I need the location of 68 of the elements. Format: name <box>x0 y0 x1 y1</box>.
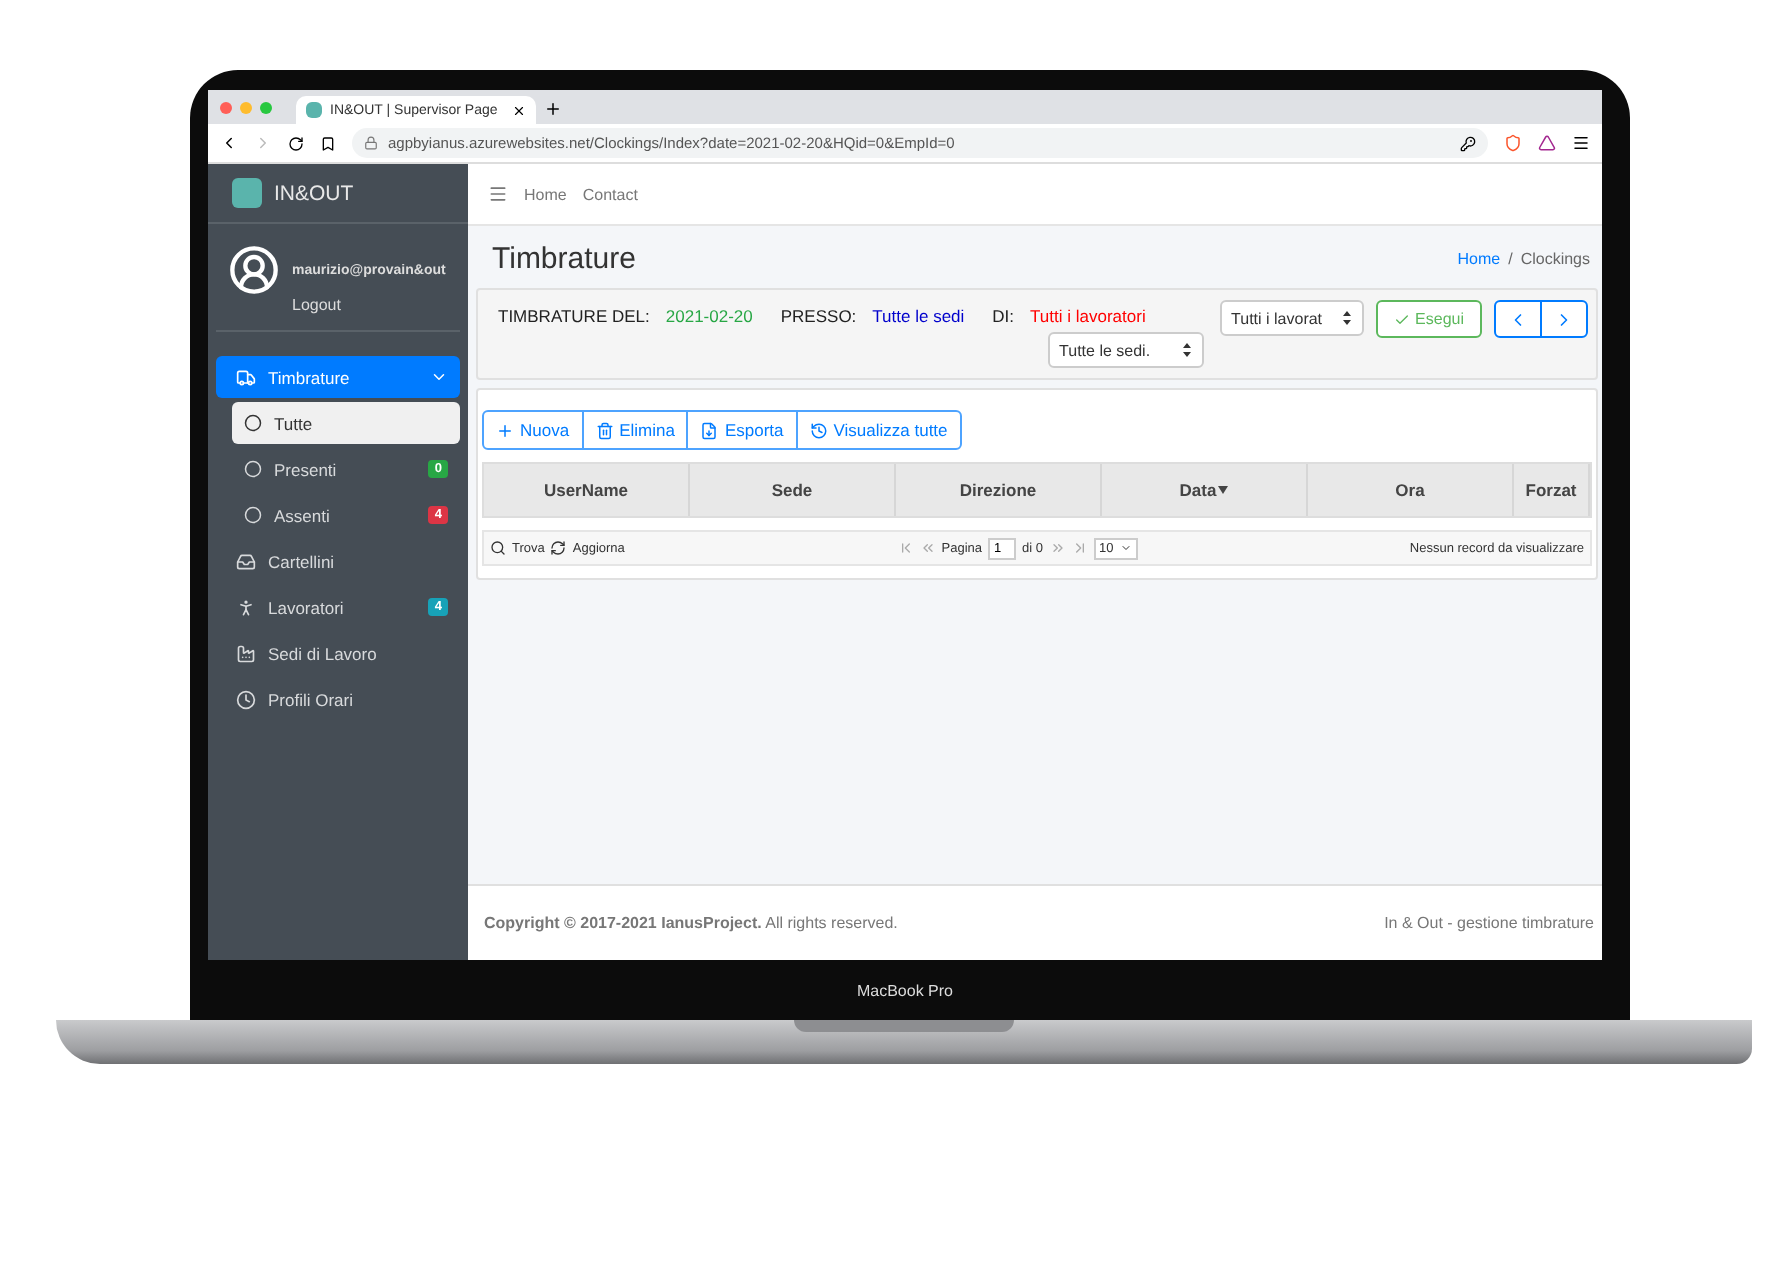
breadcrumb-current: Clockings <box>1520 250 1590 268</box>
worker-select[interactable]: Tutti i lavorat <box>1219 300 1364 336</box>
sort-arrows-icon <box>1181 342 1192 358</box>
toolbar-button[interactable]: Visualizza tutte <box>795 410 962 450</box>
breadcrumb-separator: / <box>1508 250 1513 268</box>
column-header[interactable]: Sede <box>690 464 896 516</box>
circle-icon <box>244 460 262 478</box>
nav-link[interactable]: Home <box>524 185 567 203</box>
column-header[interactable]: UserName <box>484 464 690 516</box>
nav-subitem[interactable]: Tutte <box>232 402 460 444</box>
copyright-text: Copyright © 2017-2021 IanusProject. All rights reserved. <box>484 914 898 932</box>
filter-label: DI: <box>992 306 1015 326</box>
back-icon[interactable] <box>220 134 238 152</box>
triangle-icon[interactable] <box>1538 134 1556 152</box>
column-header[interactable]: Forzat <box>1514 464 1590 516</box>
filter-label: PRESSO: <box>780 306 857 326</box>
truck-icon <box>236 367 256 387</box>
logout-link[interactable]: Logout <box>292 296 452 314</box>
laptop-label: MacBook Pro <box>856 981 954 999</box>
menu-icon[interactable] <box>1572 134 1590 152</box>
reload-icon[interactable] <box>288 135 304 151</box>
nav-item[interactable]: Timbrature <box>216 356 460 398</box>
toolbar-button[interactable]: Elimina <box>581 410 689 450</box>
clock-icon <box>236 689 256 709</box>
new-tab-icon[interactable] <box>544 100 562 118</box>
breadcrumb-link[interactable]: Home <box>1457 250 1501 268</box>
nav-item[interactable]: Sedi di Lavoro <box>216 632 460 674</box>
page-title: Timbrature <box>492 242 636 276</box>
chevron-down-icon[interactable] <box>430 368 448 386</box>
filter-value: 2021-02-20 <box>665 306 753 326</box>
nav-item[interactable]: Profili Orari <box>216 678 460 720</box>
check-icon <box>1393 311 1410 327</box>
bookmark-icon[interactable] <box>320 135 336 151</box>
column-header[interactable]: Data <box>1102 464 1308 516</box>
filter-value: Tutte le sedi <box>872 306 965 326</box>
brand-name: IN&OUT <box>274 181 354 205</box>
avatar-icon <box>228 244 280 296</box>
next-button[interactable] <box>1540 300 1588 338</box>
toolbar-button[interactable]: Nuova <box>482 410 584 450</box>
sort-arrows-icon <box>1341 310 1352 326</box>
chevron-down-icon <box>1119 542 1132 554</box>
inbox-icon <box>236 551 256 571</box>
toolbar-button[interactable]: Esporta <box>686 410 798 450</box>
site-select[interactable]: Tutte le sedi. <box>1047 332 1204 368</box>
column-header[interactable]: Direzione <box>896 464 1102 516</box>
refresh-icon[interactable] <box>550 540 567 556</box>
search-icon[interactable] <box>490 540 506 556</box>
trash-icon <box>595 421 614 439</box>
lock-icon <box>364 136 378 150</box>
nav-link[interactable]: Contact <box>582 185 638 203</box>
filter-value: Tutti i lavoratori <box>1030 306 1146 326</box>
circle-icon <box>244 506 262 524</box>
footer-tagline: In & Out - gestione timbrature <box>1384 914 1594 932</box>
previous-button[interactable] <box>1494 300 1542 338</box>
walking-person-icon <box>236 597 256 617</box>
plus-icon <box>496 421 514 439</box>
logo-icon <box>232 178 262 208</box>
history-icon <box>809 421 828 439</box>
column-header[interactable]: Ora <box>1308 464 1514 516</box>
shield-icon[interactable] <box>1504 134 1522 152</box>
favicon-icon <box>306 102 322 118</box>
filter-label: TIMBRATURE DEL: <box>498 306 650 326</box>
file-icon <box>700 421 719 439</box>
circle-icon <box>244 414 262 432</box>
nav-item[interactable]: Cartellini <box>216 540 460 582</box>
close-icon[interactable] <box>512 103 526 117</box>
factory-icon <box>236 643 256 663</box>
key-icon[interactable] <box>1460 135 1476 151</box>
